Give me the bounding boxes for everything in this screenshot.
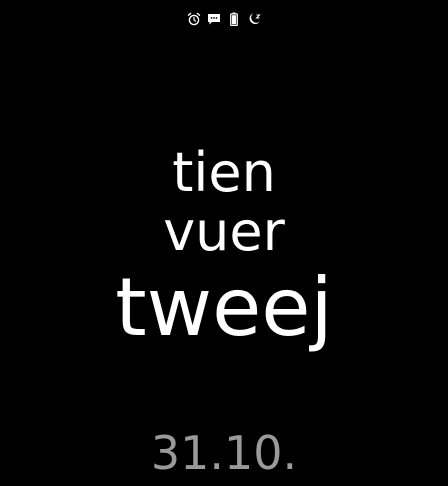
status-bar [0,10,448,28]
time-word-1: tien [172,141,276,204]
message-icon [207,12,221,26]
date-label: 31.10. [150,426,298,480]
sleep-moon-icon [247,12,261,26]
time-word-3: tweej [115,261,333,354]
watch-face: tien vuer tweej 31.10. [0,0,448,486]
alarm-icon [187,12,201,26]
battery-icon [227,12,241,26]
time-word-2: vuer [163,200,285,263]
